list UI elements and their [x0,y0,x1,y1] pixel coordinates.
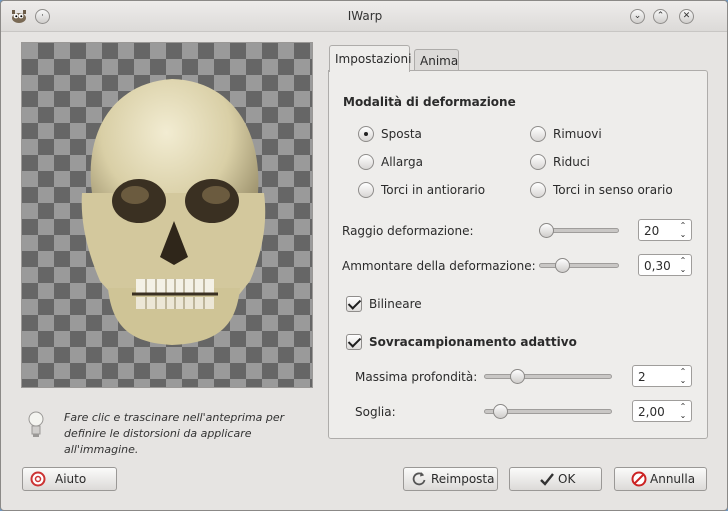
close-icon: ✕ [682,11,691,21]
radio-button[interactable] [358,182,374,198]
bilinear-label: Bilineare [369,297,422,311]
spin-arrows-icon[interactable]: ⌃ ⌄ [678,256,688,274]
max-depth-label: Massima profondità: [355,370,478,384]
radio-label: Torci in antiorario [381,183,486,197]
amount-slider-handle[interactable] [555,258,570,273]
amount-slider[interactable] [539,263,619,268]
ok-button-label: OK [558,472,576,486]
radius-value: 20 [644,224,660,238]
tab-impostazioni[interactable]: Impostazioni [329,45,412,72]
window-title: IWarp [347,9,383,23]
amount-value: 0,30 [644,259,671,273]
radius-spinbox[interactable]: 20 ⌃ ⌄ [638,219,692,241]
radius-slider-handle[interactable] [539,223,554,238]
preview-canvas[interactable] [21,42,313,388]
deform-mode-title: Modalità di deformazione [343,95,516,109]
radio-label: Riduci [553,155,590,169]
reset-icon [412,472,426,486]
bilinear-checkbox[interactable] [346,296,362,312]
cancel-button-label: Annulla [650,472,696,486]
lightbulb-icon [28,411,44,437]
checkmark-icon [540,473,554,486]
radio-label: Sposta [381,127,422,141]
radio-button[interactable] [358,154,374,170]
amount-label: Ammontare della deformazione: [342,259,536,273]
skull-image [81,79,266,345]
spin-arrows-icon[interactable]: ⌃ ⌄ [678,221,688,239]
help-icon [30,471,46,487]
spin-arrows-icon[interactable]: ⌃ ⌄ [678,402,688,420]
reset-button[interactable]: Reimposta [403,467,498,491]
radius-label: Raggio deformazione: [342,224,474,238]
chevron-down-icon: ⌄ [633,11,642,21]
minimize-button[interactable]: ⌄ [630,9,645,24]
radio-label: Allarga [381,155,423,169]
threshold-value: 2,00 [638,405,665,419]
max-depth-spinbox[interactable]: 2 ⌃ ⌄ [632,365,692,387]
amount-spinbox[interactable]: 0,30 ⌃ ⌄ [638,254,692,276]
reset-button-label: Reimposta [431,472,495,486]
max-depth-value: 2 [638,370,646,384]
help-button[interactable]: Aiuto [22,467,117,491]
chevron-up-icon: ⌃ [656,11,665,21]
threshold-slider-handle[interactable] [493,404,508,419]
supersample-checkbox[interactable] [346,334,362,350]
radio-button[interactable] [530,182,546,198]
radio-button[interactable] [530,126,546,142]
tab-anima-label: Anima [420,54,459,68]
ok-button[interactable]: OK [509,467,602,491]
radio-label: Rimuovi [553,127,602,141]
max-depth-slider-handle[interactable] [510,369,525,384]
supersample-label: Sovracampionamento adattivo [369,335,577,349]
maximize-button[interactable]: ⌃ [653,9,668,24]
radio-label: Torci in senso orario [553,183,673,197]
iwarp-dialog: · IWarp ⌄ ⌃ ✕ Fare clic e trascinare nel… [0,0,728,511]
settings-panel: Modalità di deformazione Sposta Rimuovi … [328,70,708,439]
cancel-icon [631,471,647,487]
radio-button[interactable] [358,126,374,142]
preview-hint: Fare clic e trascinare nell'anteprima pe… [64,411,285,456]
threshold-spinbox[interactable]: 2,00 ⌃ ⌄ [632,400,692,422]
close-button[interactable]: ✕ [679,9,694,24]
tab-anima[interactable]: Anima [414,49,459,71]
title-bar[interactable]: · IWarp ⌄ ⌃ ✕ [1,1,727,32]
cancel-button[interactable]: Annulla [614,467,707,491]
radio-button[interactable] [530,154,546,170]
max-depth-slider[interactable] [484,374,612,379]
threshold-label: Soglia: [355,405,396,419]
help-button-label: Aiuto [55,472,87,486]
tab-impostazioni-label: Impostazioni [335,52,412,66]
spin-arrows-icon[interactable]: ⌃ ⌄ [678,367,688,385]
